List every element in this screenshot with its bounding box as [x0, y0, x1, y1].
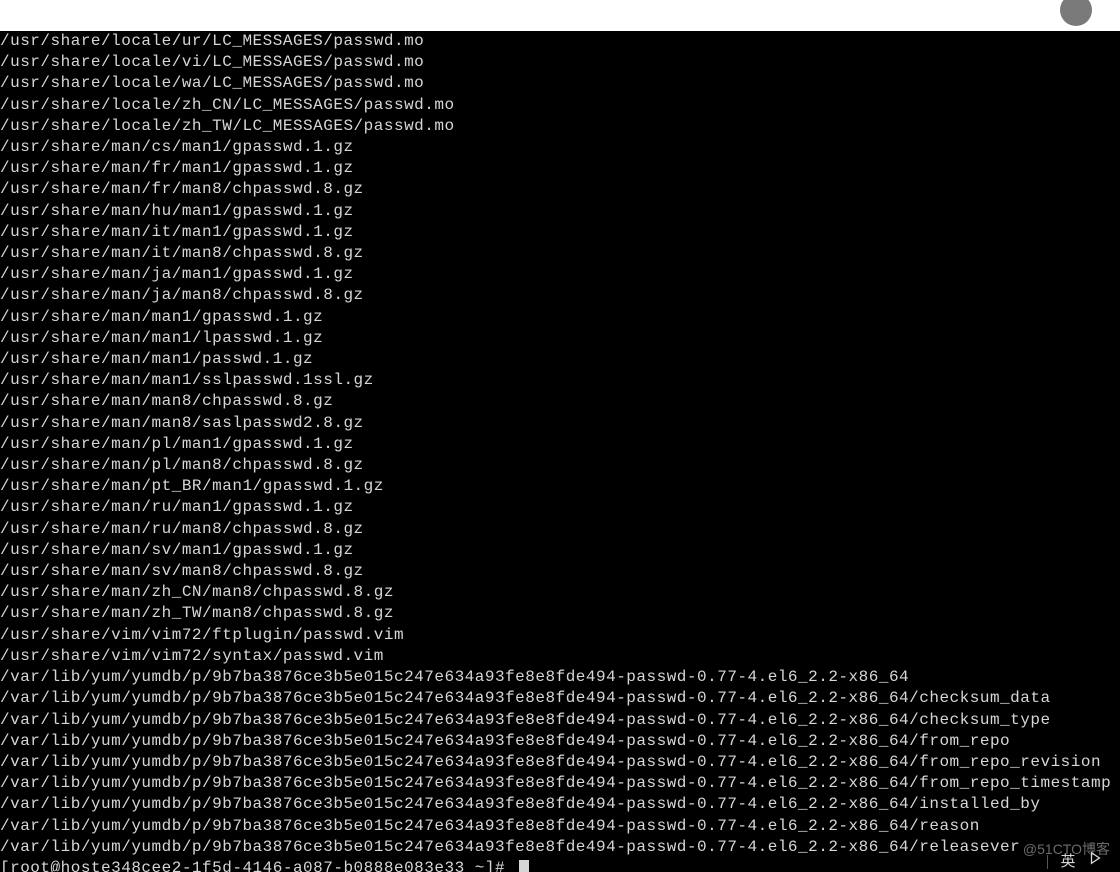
- terminal-line: /usr/share/man/pl/man1/gpasswd.1.gz: [0, 434, 1120, 455]
- terminal-output: /usr/share/locale/ur/LC_MESSAGES/passwd.…: [0, 31, 1120, 858]
- terminal-line: /usr/share/man/zh_TW/man8/chpasswd.8.gz: [0, 603, 1120, 624]
- terminal-line: /var/lib/yum/yumdb/p/9b7ba3876ce3b5e015c…: [0, 837, 1120, 858]
- terminal-line: /usr/share/locale/wa/LC_MESSAGES/passwd.…: [0, 73, 1120, 94]
- terminal-line: /usr/share/man/sv/man1/gpasswd.1.gz: [0, 540, 1120, 561]
- terminal-line: /usr/share/man/ja/man1/gpasswd.1.gz: [0, 264, 1120, 285]
- terminal-line: /var/lib/yum/yumdb/p/9b7ba3876ce3b5e015c…: [0, 816, 1120, 837]
- ime-language[interactable]: 英: [1060, 851, 1076, 872]
- terminal-line: /usr/share/locale/ur/LC_MESSAGES/passwd.…: [0, 31, 1120, 52]
- terminal-prompt: [root@hoste348cee2-1f5d-4146-a087-b0888e…: [0, 858, 515, 872]
- terminal-line: /usr/share/vim/vim72/syntax/passwd.vim: [0, 646, 1120, 667]
- terminal[interactable]: /usr/share/locale/ur/LC_MESSAGES/passwd.…: [0, 31, 1120, 872]
- terminal-line: /usr/share/man/ja/man8/chpasswd.8.gz: [0, 285, 1120, 306]
- terminal-line: /var/lib/yum/yumdb/p/9b7ba3876ce3b5e015c…: [0, 794, 1120, 815]
- terminal-prompt-line[interactable]: [root@hoste348cee2-1f5d-4146-a087-b0888e…: [0, 858, 1120, 872]
- terminal-cursor: [519, 860, 529, 872]
- terminal-line: /usr/share/man/man1/passwd.1.gz: [0, 349, 1120, 370]
- terminal-line: /var/lib/yum/yumdb/p/9b7ba3876ce3b5e015c…: [0, 667, 1120, 688]
- terminal-line: /usr/share/man/man1/gpasswd.1.gz: [0, 307, 1120, 328]
- terminal-line: /usr/share/man/man8/saslpasswd2.8.gz: [0, 413, 1120, 434]
- terminal-line: /usr/share/man/pl/man8/chpasswd.8.gz: [0, 455, 1120, 476]
- terminal-line: /usr/share/man/cs/man1/gpasswd.1.gz: [0, 137, 1120, 158]
- terminal-line: /usr/share/man/sv/man8/chpasswd.8.gz: [0, 561, 1120, 582]
- ime-bar[interactable]: 英: [1047, 852, 1102, 872]
- browser-topbar: [0, 0, 1120, 31]
- terminal-line: /usr/share/man/ru/man8/chpasswd.8.gz: [0, 519, 1120, 540]
- terminal-line: /usr/share/man/it/man1/gpasswd.1.gz: [0, 222, 1120, 243]
- terminal-line: /usr/share/locale/zh_CN/LC_MESSAGES/pass…: [0, 95, 1120, 116]
- terminal-line: /usr/share/locale/vi/LC_MESSAGES/passwd.…: [0, 52, 1120, 73]
- terminal-line: /var/lib/yum/yumdb/p/9b7ba3876ce3b5e015c…: [0, 688, 1120, 709]
- terminal-line: /usr/share/man/man8/chpasswd.8.gz: [0, 391, 1120, 412]
- terminal-line: /usr/share/man/pt_BR/man1/gpasswd.1.gz: [0, 476, 1120, 497]
- avatar[interactable]: [1060, 0, 1092, 26]
- ime-separator: [1047, 855, 1048, 869]
- terminal-line: /var/lib/yum/yumdb/p/9b7ba3876ce3b5e015c…: [0, 731, 1120, 752]
- terminal-line: /usr/share/man/it/man8/chpasswd.8.gz: [0, 243, 1120, 264]
- terminal-line: /usr/share/man/zh_CN/man8/chpasswd.8.gz: [0, 582, 1120, 603]
- terminal-line: /var/lib/yum/yumdb/p/9b7ba3876ce3b5e015c…: [0, 773, 1120, 794]
- terminal-line: /usr/share/man/hu/man1/gpasswd.1.gz: [0, 201, 1120, 222]
- terminal-line: /usr/share/man/man1/lpasswd.1.gz: [0, 328, 1120, 349]
- terminal-line: /usr/share/locale/zh_TW/LC_MESSAGES/pass…: [0, 116, 1120, 137]
- terminal-line: /usr/share/man/ru/man1/gpasswd.1.gz: [0, 497, 1120, 518]
- terminal-line: /var/lib/yum/yumdb/p/9b7ba3876ce3b5e015c…: [0, 752, 1120, 773]
- terminal-line: /usr/share/man/fr/man8/chpasswd.8.gz: [0, 179, 1120, 200]
- terminal-line: /usr/share/man/man1/sslpasswd.1ssl.gz: [0, 370, 1120, 391]
- terminal-line: /usr/share/vim/vim72/ftplugin/passwd.vim: [0, 625, 1120, 646]
- terminal-line: /var/lib/yum/yumdb/p/9b7ba3876ce3b5e015c…: [0, 710, 1120, 731]
- terminal-line: /usr/share/man/fr/man1/gpasswd.1.gz: [0, 158, 1120, 179]
- play-icon[interactable]: [1088, 851, 1102, 872]
